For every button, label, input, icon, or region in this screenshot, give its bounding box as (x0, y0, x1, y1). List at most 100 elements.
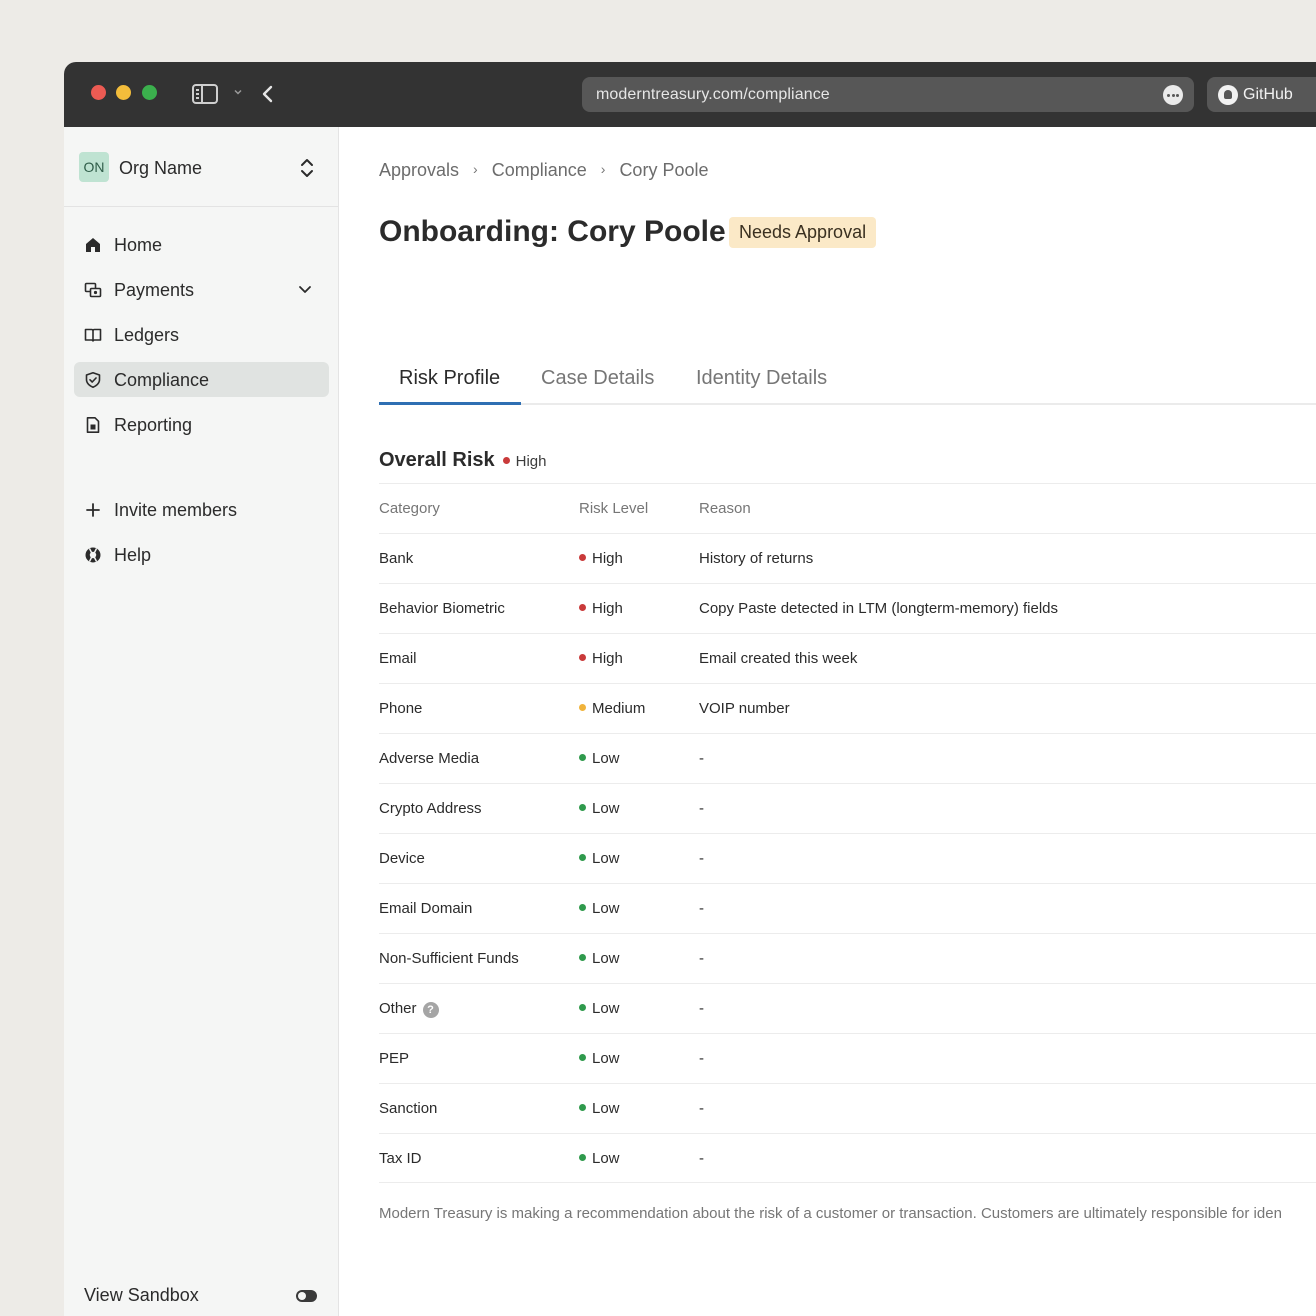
tab-risk-profile[interactable]: Risk Profile (399, 367, 500, 405)
risk-level-cell: High (579, 550, 623, 567)
chevron-down-icon[interactable] (232, 86, 244, 98)
sidebar-item-compliance[interactable]: Compliance (74, 362, 329, 397)
main-content: Approvals › Compliance › Cory Poole Onboardi… (339, 127, 1316, 1316)
risk-level-cell: Low (579, 1100, 620, 1117)
category-cell: Email (379, 650, 417, 667)
risk-level-text: Medium (592, 700, 646, 717)
org-avatar: ON (79, 152, 109, 182)
table-row: PEP Low - (379, 1033, 1316, 1083)
overall-risk-level: High (502, 453, 546, 470)
category-cell: Device (379, 850, 425, 867)
risk-dot-icon (579, 1054, 586, 1061)
breadcrumb-compliance[interactable]: Compliance (492, 160, 587, 181)
url-text[interactable]: moderntreasury.com/compliance (596, 86, 830, 104)
risk-level-cell: Low (579, 1050, 620, 1067)
org-switcher[interactable]: ON Org Name (79, 152, 319, 184)
risk-dot-icon (579, 1154, 586, 1161)
sidebar-item-label: Home (114, 235, 163, 255)
plus-icon (86, 503, 100, 517)
github-button[interactable]: GitHub (1207, 77, 1316, 112)
help-icon[interactable]: ? (422, 1002, 439, 1018)
table-row: Email Domain Low - (379, 883, 1316, 933)
reason-cell: VOIP number (699, 700, 790, 717)
sidebar-item-home[interactable]: Home (74, 227, 329, 262)
disclaimer-text: Modern Treasury is making a recommendati… (379, 1205, 1282, 1222)
risk-level-text: Low (592, 900, 620, 917)
chevron-updown-icon[interactable] (299, 156, 315, 180)
risk-level-text: High (592, 650, 623, 667)
help-button[interactable]: Help (74, 537, 329, 572)
home-icon (86, 238, 100, 252)
minimize-window-button[interactable] (116, 85, 131, 100)
sidebar-toggle-icon[interactable] (192, 84, 218, 104)
table-row: Bank High History of returns (379, 533, 1316, 583)
report-icon (86, 417, 100, 433)
overall-risk-title: Overall Risk (379, 449, 495, 471)
breadcrumb-approvals[interactable]: Approvals (379, 160, 459, 181)
category-cell: Bank (379, 550, 414, 567)
reason-cell: Email created this week (699, 650, 858, 667)
risk-level-cell: Low (579, 800, 620, 817)
sidebar-item-label: Invite members (114, 500, 238, 520)
breadcrumb-current: Cory Poole (619, 160, 709, 180)
tab-case-details[interactable]: Case Details (541, 367, 654, 405)
table-row: Adverse Media Low - (379, 733, 1316, 783)
status-badge: Needs Approval (729, 217, 877, 248)
category-text: Other (379, 1000, 417, 1017)
view-sandbox-label: View Sandbox (84, 1285, 199, 1305)
sidebar-item-ledgers[interactable]: Ledgers (74, 317, 329, 352)
reason-cell: - (699, 950, 704, 967)
table-row: Tax ID Low - (379, 1133, 1316, 1183)
sidebar-item-label: Compliance (114, 370, 210, 390)
browser-titlebar: moderntreasury.com/compliance GitHub (64, 62, 1316, 127)
category-cell: Email Domain (379, 900, 473, 917)
sidebar-item-label: Reporting (114, 415, 193, 435)
url-bar[interactable]: moderntreasury.com/compliance (582, 77, 1194, 112)
maximize-window-button[interactable] (142, 85, 157, 100)
category-cell: Adverse Media (379, 750, 480, 767)
reason-cell: History of returns (699, 550, 814, 567)
back-arrow-icon[interactable] (260, 82, 276, 106)
risk-dot-icon (579, 704, 586, 711)
risk-level-text: High (592, 550, 623, 567)
table-row: Non-Sufficient Funds Low - (379, 933, 1316, 983)
overall-risk: Overall Risk High (379, 449, 546, 472)
book-icon (84, 328, 102, 342)
column-header-reason: Reason (699, 500, 751, 517)
category-cell: PEP (379, 1050, 410, 1067)
risk-dot-icon (579, 604, 586, 611)
tab-identity-details[interactable]: Identity Details (696, 367, 827, 405)
table-row: Sanction Low - (379, 1083, 1316, 1133)
table-row: Email High Email created this week (379, 633, 1316, 683)
category-cell: Phone (379, 700, 423, 717)
sidebar-item-label: Ledgers (114, 325, 180, 345)
invite-members-button[interactable]: Invite members (74, 492, 329, 527)
lifebuoy-icon (85, 547, 101, 563)
sandbox-toggle[interactable] (296, 1290, 317, 1302)
sidebar-item-reporting[interactable]: Reporting (74, 407, 329, 442)
category-cell: Crypto Address (379, 800, 482, 817)
org-name: Org Name (119, 158, 203, 178)
risk-dot-icon (579, 904, 586, 911)
sidebar-item-label: Payments (114, 280, 195, 300)
tab-bar: Risk Profile Case Details Identity Detai… (379, 367, 1316, 405)
reason-cell: - (699, 850, 704, 867)
close-window-button[interactable] (91, 85, 106, 100)
risk-level-cell: Low (579, 1000, 620, 1017)
breadcrumb-separator-icon: › (473, 161, 478, 177)
risk-level-text: High (592, 600, 623, 617)
chevron-down-icon[interactable] (298, 284, 312, 296)
sidebar-item-payments[interactable]: Payments (74, 272, 329, 307)
risk-level-cell: Low (579, 1150, 620, 1167)
risk-level-text: Low (592, 950, 620, 967)
reason-cell: - (699, 1150, 704, 1167)
active-tab-indicator (379, 402, 521, 405)
risk-level-cell: High (579, 600, 623, 617)
risk-level-text: Low (592, 1050, 620, 1067)
github-icon (1218, 85, 1238, 105)
table-row: Phone Medium VOIP number (379, 683, 1316, 733)
more-options-icon[interactable] (1163, 85, 1183, 105)
category-cell: Sanction (379, 1100, 438, 1117)
risk-level-text: Low (592, 800, 620, 817)
risk-dot-icon (502, 457, 510, 464)
